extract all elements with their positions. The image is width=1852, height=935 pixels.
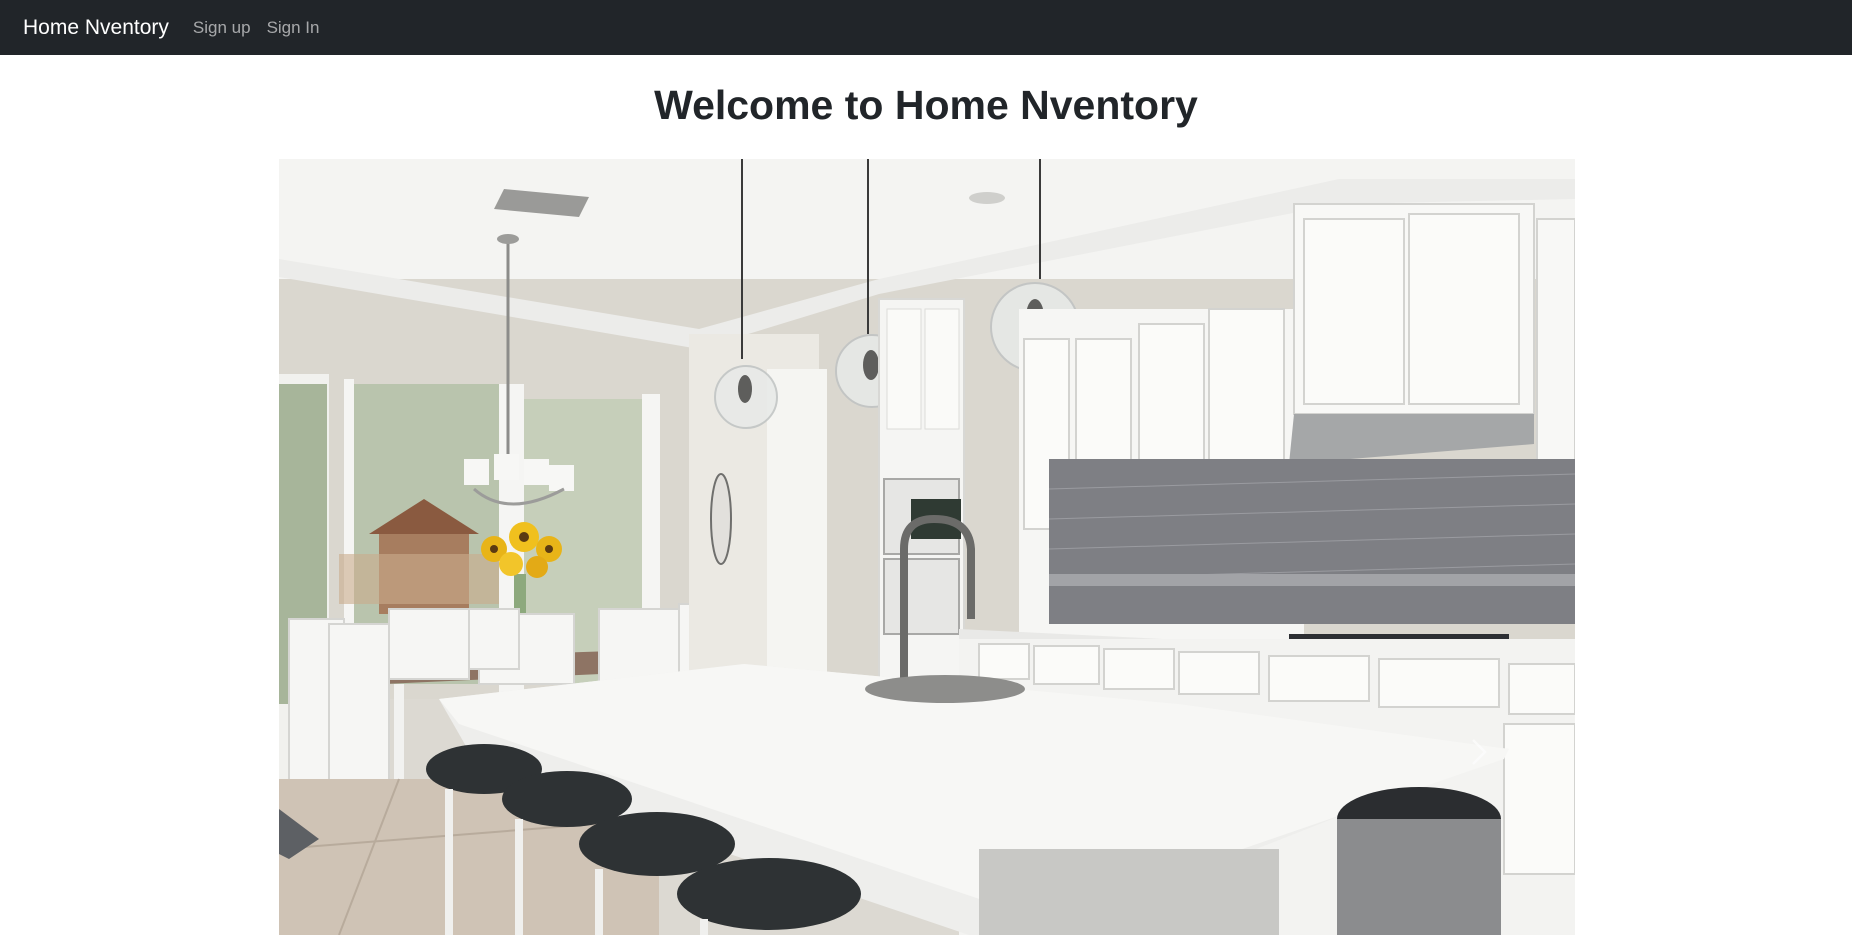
top-navbar: Home Nventory Sign up Sign In [0,0,1852,55]
kitchen-slide-image [279,159,1575,935]
nav-link-sign-in[interactable]: Sign In [267,18,320,38]
page-title: Welcome to Home Nventory [654,82,1198,128]
chevron-right-icon [1472,739,1487,765]
carousel-next-button[interactable] [1467,737,1491,767]
brand-link[interactable]: Home Nventory [23,16,169,40]
image-carousel [279,159,1575,935]
nav-link-sign-up[interactable]: Sign up [193,18,251,38]
